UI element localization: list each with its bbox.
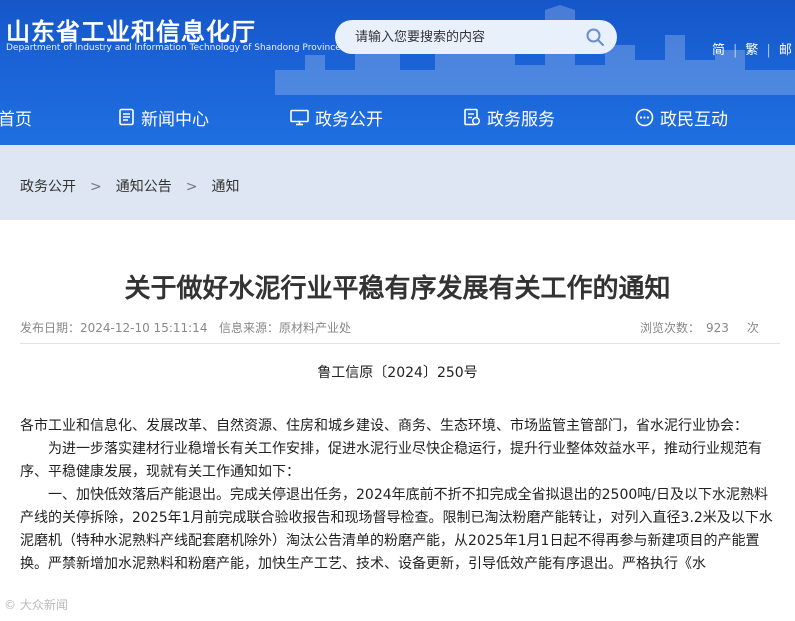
breadcrumb-separator: >	[90, 179, 102, 195]
site-title[interactable]: 山东省工业和信息化厅	[6, 12, 256, 47]
nav-item-home[interactable]: 首页	[0, 102, 32, 132]
breadcrumb-item[interactable]: 通知公告	[116, 179, 172, 195]
article-paragraph: 为进一步落实建材行业稳增长有关工作安排，促进水泥行业尽快企稳运行，提升行业整体效…	[20, 441, 762, 480]
breadcrumb-item[interactable]: 通知	[211, 179, 239, 195]
site-title-english: Department of Industry and Information T…	[6, 43, 341, 53]
breadcrumb-item[interactable]: 政务公开	[20, 179, 76, 195]
traditional-chinese-link[interactable]: 繁	[745, 39, 758, 58]
nav-item-label: 首页	[0, 109, 32, 130]
publish-date: 发布日期：2024-12-10 15:11:14	[20, 321, 208, 335]
mail-link[interactable]: 邮	[779, 39, 792, 58]
simplified-chinese-link[interactable]: 简	[712, 39, 725, 58]
breadcrumb-bar: 政务公开 > 通知公告 > 通知	[0, 145, 795, 220]
nav-item-label: 政务公开	[315, 109, 383, 130]
document-number: 鲁工信原〔2024〕250号	[317, 365, 478, 381]
view-count: 浏览次数： 923 次	[640, 319, 759, 336]
nav-item-government-services[interactable]: 政务服务	[463, 102, 555, 132]
interaction-icon	[635, 108, 654, 126]
nav-item-label: 政务服务	[487, 109, 555, 130]
view-count-label: 浏览次数：	[640, 321, 701, 335]
site-header: 山东省工业和信息化厅 Department of Industry and In…	[0, 0, 795, 145]
article-paragraph: 一、加快低效落后产能退出。完成关停退出任务，2024年底前不折不扣完成全省拟退出…	[20, 487, 773, 572]
top-links: 简 | 繁 | 邮	[712, 39, 792, 58]
article-paragraph: 各市工业和信息化、发展改革、自然资源、住房和城乡建设、商务、生态环境、市场监管主…	[20, 418, 748, 434]
breadcrumb-separator: >	[185, 179, 198, 195]
search-box	[335, 20, 617, 54]
nav-item-label: 政民互动	[660, 109, 728, 130]
news-icon	[119, 108, 134, 126]
watermark: © 大众新闻	[4, 598, 68, 612]
divider	[20, 343, 780, 344]
info-source: 信息来源：原材料产业处	[219, 321, 352, 335]
nav-item-label: 新闻中心	[141, 109, 209, 130]
nav-item-news[interactable]: 新闻中心	[118, 102, 209, 132]
nav-item-public-interaction[interactable]: 政民互动	[635, 102, 728, 132]
breadcrumb: 政务公开 > 通知公告 > 通知	[20, 176, 239, 196]
article-body: 各市工业和信息化、发展改革、自然资源、住房和城乡建设、商务、生态环境、市场监管主…	[20, 415, 780, 576]
view-count-value: 923	[706, 321, 729, 335]
link-divider: |	[733, 43, 738, 58]
service-icon	[464, 108, 480, 126]
nav-item-government-affairs[interactable]: 政务公开	[290, 102, 383, 132]
search-icon[interactable]	[585, 27, 605, 47]
main-nav: 首页 新闻中心 政务公开 政务服务 政民互动	[0, 102, 795, 132]
monitor-icon	[290, 109, 309, 125]
link-divider: |	[766, 43, 771, 58]
search-input[interactable]	[355, 20, 575, 54]
article-title: 关于做好水泥行业平稳有序发展有关工作的通知	[124, 274, 671, 304]
view-count-unit: 次	[746, 321, 759, 335]
